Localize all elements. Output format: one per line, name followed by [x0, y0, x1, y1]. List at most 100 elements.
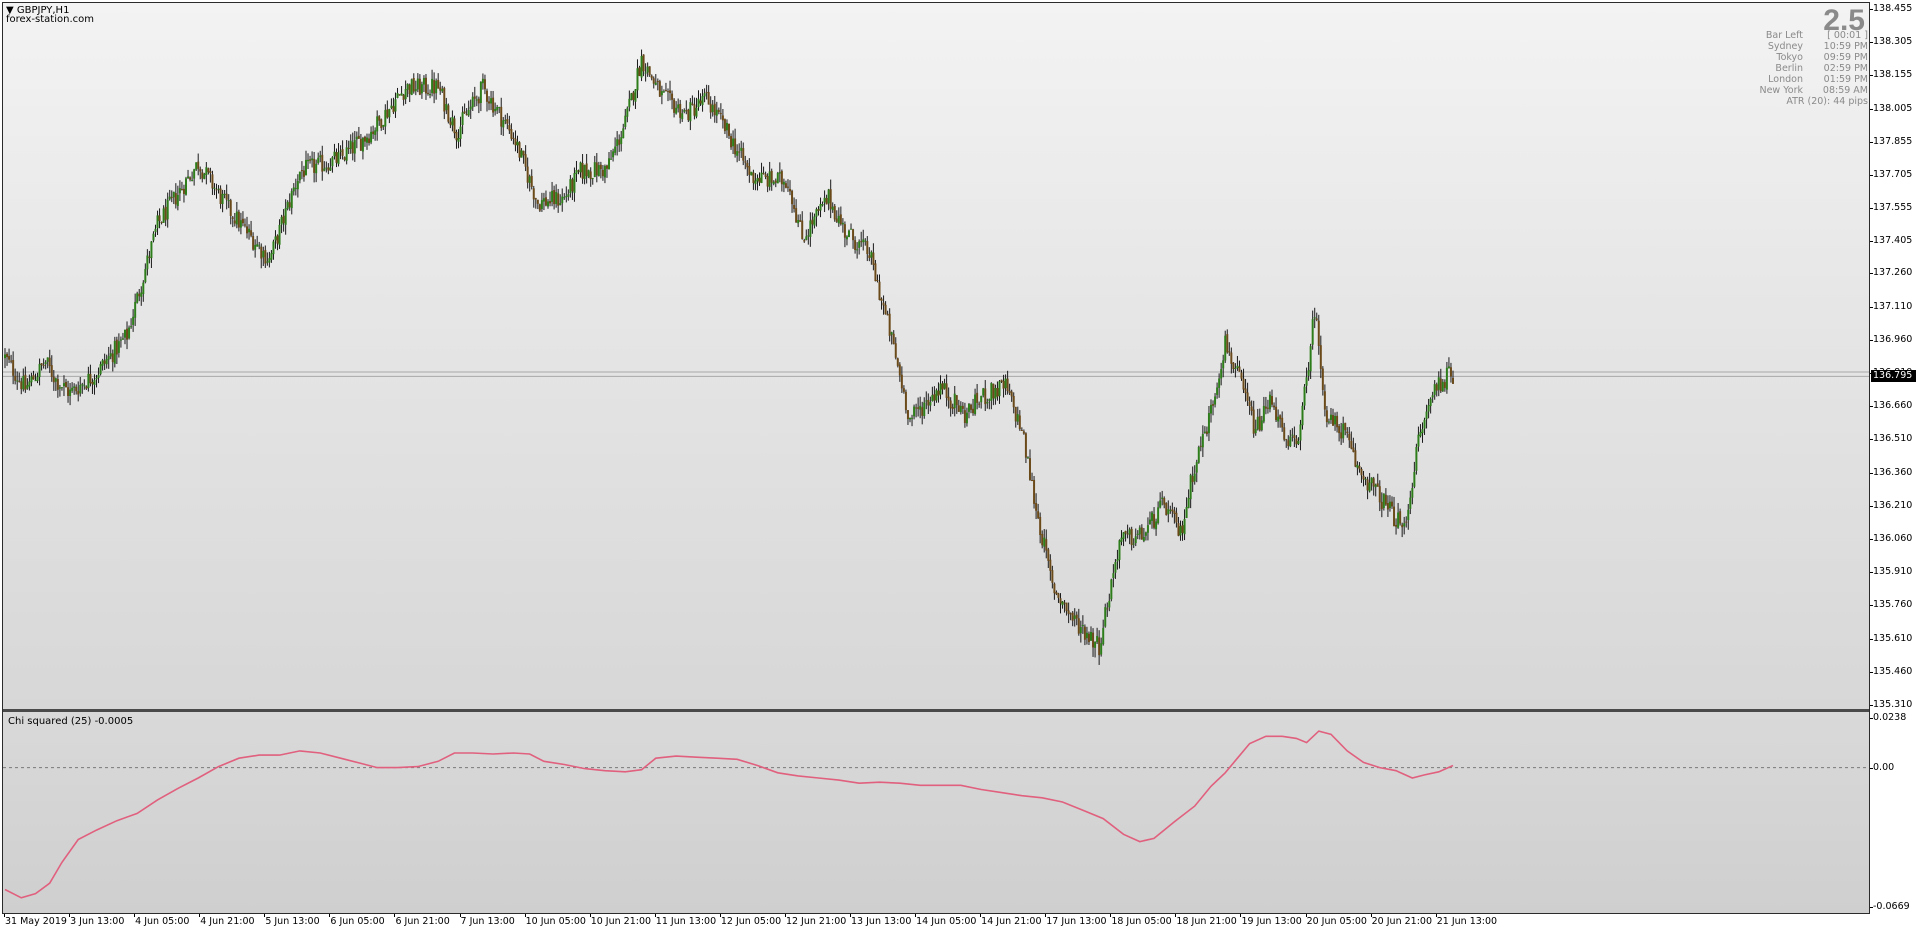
- candle: [1378, 480, 1381, 512]
- candle: [50, 355, 53, 382]
- candle: [6, 352, 9, 366]
- candle: [603, 164, 606, 184]
- candle: [427, 84, 430, 96]
- info-value: 02:59 PM: [1823, 63, 1868, 74]
- candle: [455, 129, 458, 149]
- price-pane[interactable]: ▼ GBPJPY,H1 forex-station.com 2.5 Bar Le…: [3, 3, 1869, 709]
- candle: [697, 90, 700, 111]
- candle: [878, 274, 881, 301]
- candle: [398, 94, 401, 96]
- candle-body: [974, 394, 977, 415]
- candle: [182, 184, 185, 203]
- candle: [605, 164, 608, 178]
- candle: [1140, 524, 1143, 540]
- candle-body: [1167, 509, 1170, 515]
- candle: [1203, 426, 1206, 434]
- candle-body: [1006, 378, 1009, 392]
- candle-body: [16, 380, 19, 382]
- candle: [319, 150, 322, 163]
- candle-body: [1140, 527, 1143, 540]
- candle: [915, 403, 918, 418]
- candle-body: [693, 104, 696, 116]
- candle: [709, 96, 712, 119]
- indicator-pane[interactable]: Chi squared (25) -0.0005: [3, 712, 1869, 913]
- time-tick-label: 31 May 2019: [5, 916, 67, 927]
- candle-body: [656, 80, 659, 83]
- candle-body: [652, 78, 655, 84]
- candle-body: [1079, 627, 1082, 634]
- candle: [469, 99, 472, 119]
- candle: [793, 197, 796, 213]
- candle: [502, 117, 505, 136]
- candle-body: [471, 96, 474, 108]
- candle: [337, 143, 340, 167]
- candle-body: [640, 56, 643, 78]
- candle-body: [1116, 559, 1119, 562]
- time-axis[interactable]: 31 May 2019 3 Jun 13:00 4 Jun 05:00 4 Jun 2…: [0, 914, 1870, 933]
- candle: [1171, 502, 1174, 518]
- candle-body: [984, 388, 987, 405]
- candle: [71, 382, 74, 393]
- candle: [254, 239, 257, 258]
- candle-body: [756, 178, 759, 182]
- candle: [219, 185, 222, 209]
- candle-body: [748, 166, 751, 175]
- candle: [325, 161, 328, 173]
- candle: [1307, 362, 1310, 381]
- candle: [595, 153, 598, 183]
- candle-body: [424, 77, 427, 94]
- candle-body: [770, 170, 773, 183]
- candle-body: [679, 103, 682, 118]
- candle-body: [1382, 493, 1385, 508]
- candle: [1313, 307, 1316, 329]
- candle: [955, 394, 958, 414]
- candle: [797, 214, 800, 228]
- indicator-tick-label: 0.00: [1873, 761, 1895, 773]
- candle-body: [1051, 570, 1054, 583]
- candle-body: [492, 97, 495, 113]
- chart-window[interactable]: ▼ GBPJPY,H1 forex-station.com 2.5 Bar Le…: [2, 2, 1870, 914]
- candle-body: [439, 87, 442, 91]
- candle: [974, 388, 977, 416]
- candle: [801, 211, 804, 240]
- candle: [191, 171, 194, 182]
- candle: [544, 190, 547, 207]
- candle: [1220, 362, 1223, 386]
- candle-body: [1370, 477, 1373, 484]
- candle: [461, 106, 464, 135]
- candle-body: [821, 204, 824, 206]
- candle: [380, 118, 383, 131]
- candle-body: [266, 261, 269, 263]
- candle-body: [256, 244, 259, 247]
- candle: [841, 218, 844, 233]
- candle: [162, 205, 165, 223]
- candle-body: [976, 392, 979, 403]
- candle: [784, 180, 787, 189]
- candle-body: [1189, 474, 1192, 500]
- candle: [1063, 599, 1066, 613]
- candle-body: [382, 124, 385, 127]
- candle: [628, 90, 631, 112]
- candle: [583, 164, 586, 185]
- candle-body: [738, 151, 741, 153]
- candle-body: [931, 394, 934, 402]
- candle-body: [420, 84, 423, 94]
- candle: [148, 250, 151, 264]
- candle: [207, 167, 210, 175]
- price-axis[interactable]: 138.455 138.305 138.155 138.005 137.855 137.7…: [1870, 0, 1916, 933]
- candle-body: [658, 81, 661, 97]
- candle-body: [1071, 612, 1074, 621]
- candle-body: [121, 338, 124, 340]
- price-tick-label: 137.705: [1873, 168, 1913, 180]
- candle: [463, 103, 466, 114]
- candle-body: [1114, 562, 1117, 573]
- candle-body: [134, 301, 137, 318]
- candle: [990, 382, 993, 410]
- candle-body: [79, 384, 82, 394]
- candle: [577, 169, 580, 175]
- candle-body: [1083, 626, 1086, 640]
- candle: [451, 110, 454, 132]
- candle: [1271, 389, 1273, 408]
- candle-body: [123, 329, 126, 338]
- candle: [341, 140, 344, 160]
